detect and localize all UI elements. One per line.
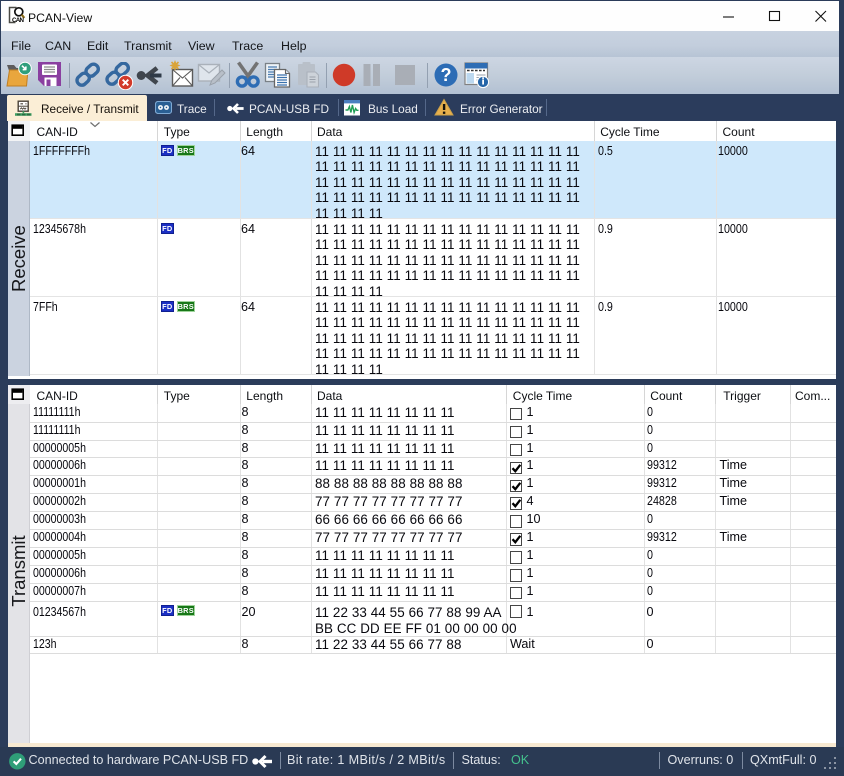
svg-text:?: ? — [441, 65, 452, 85]
svg-text:CAN: CAN — [12, 17, 25, 24]
